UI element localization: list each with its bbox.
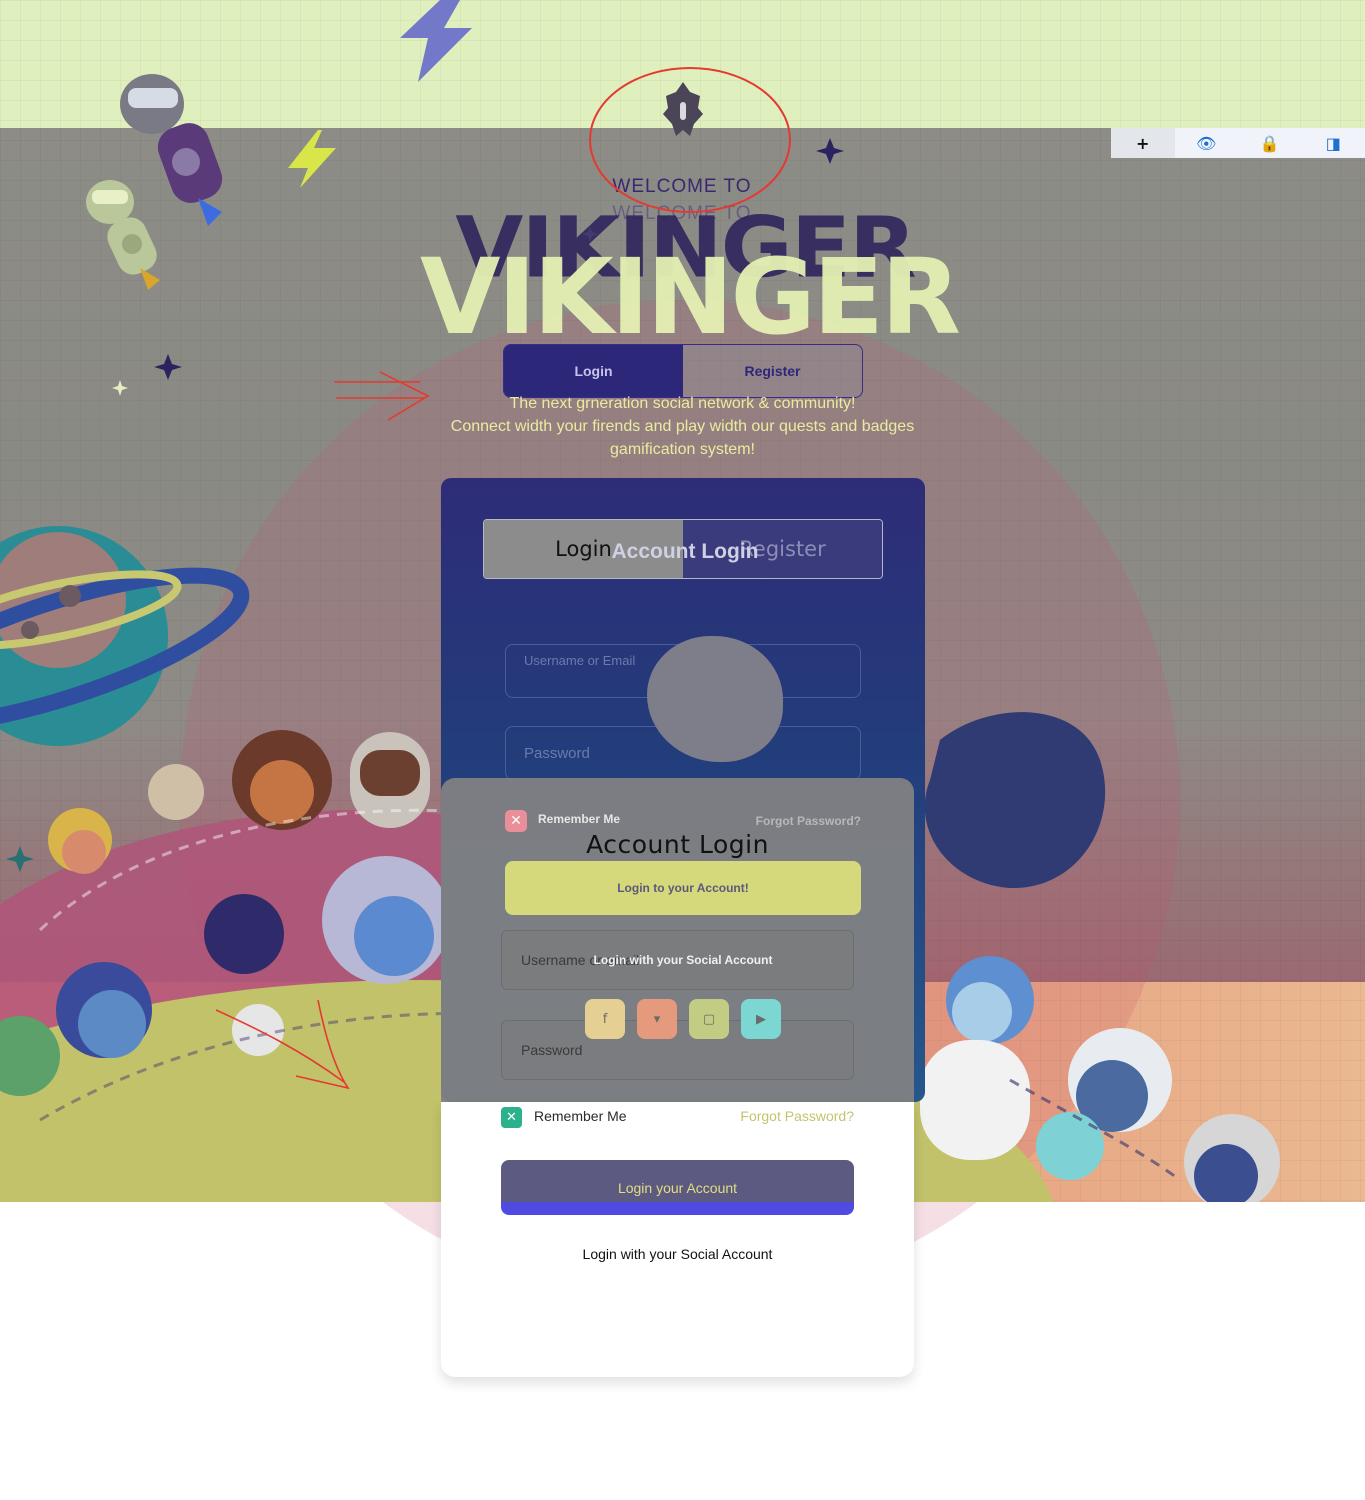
remember-label: Remember Me (534, 1108, 627, 1124)
login-button[interactable]: Login your Account (501, 1160, 854, 1215)
tagline: The next grneration social network & com… (430, 392, 935, 461)
twitter-icon[interactable]: ▾ (637, 999, 677, 1039)
social-login-text: Login with your Social Account (582, 1246, 773, 1262)
gray-forgot-password-link[interactable]: Forgot Password? (735, 814, 861, 828)
outlook-icon[interactable]: ◨ (1302, 128, 1365, 158)
gray-social-login-text: Login with your Social Account (593, 953, 773, 967)
gray-remember-label: Remember Me (538, 812, 621, 826)
remember-checkbox[interactable]: ✕ (501, 1107, 522, 1128)
hero-register-tab[interactable]: Register (683, 345, 862, 397)
lock-icon[interactable]: 🔒 (1238, 128, 1302, 158)
gray-login-button[interactable]: Login to your Account! (505, 861, 861, 915)
gray-card-title: Account Login (586, 830, 769, 859)
tagline-line: Connect width your firends and play widt… (450, 418, 915, 435)
hero-login-tab[interactable]: Login (504, 345, 683, 397)
hero-auth-toggle: Login Register (503, 344, 863, 398)
brand-title: VIKINGER (420, 236, 961, 358)
forgot-password-link[interactable]: Forgot Password? (690, 1108, 854, 1124)
facebook-icon[interactable]: f (585, 999, 625, 1039)
eye-icon[interactable]: 👁 (1175, 128, 1239, 158)
vikinger-logo-icon (663, 82, 703, 136)
tagline-line: The next grneration social network & com… (509, 395, 856, 412)
password-input[interactable]: Password (501, 1020, 854, 1080)
white-login-card (441, 1102, 914, 1377)
tagline-line: gamification system! (610, 441, 755, 458)
youtube-icon[interactable]: ▶ (741, 999, 781, 1039)
plus-icon[interactable]: + (1111, 128, 1175, 158)
twitch-icon[interactable]: ▢ (689, 999, 729, 1039)
blue-card-title: Account Login (611, 540, 759, 563)
gray-remember-checkbox[interactable]: ✕ (505, 810, 527, 832)
welcome-heading: WELCOME TO (612, 176, 752, 197)
browser-extension-toolbar: + 👁 🔒 ◨ (1111, 128, 1365, 158)
